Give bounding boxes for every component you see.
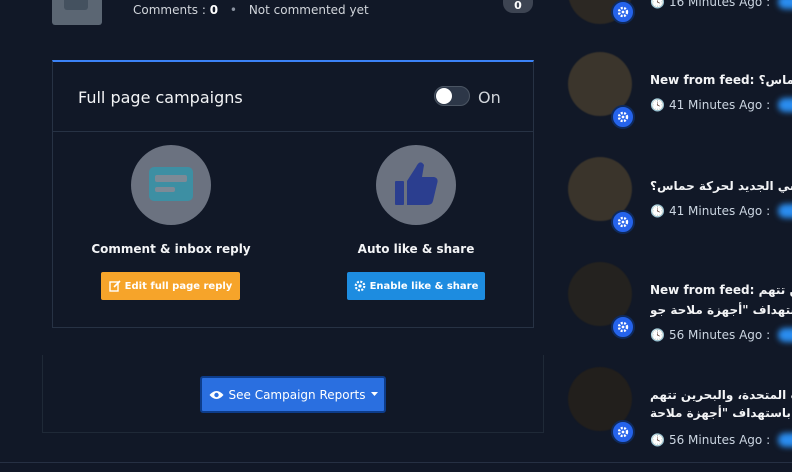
enable-like-share-label: Enable like & share [369, 280, 479, 292]
full-page-campaigns-card: Full page campaigns On Comment & inbox r… [52, 60, 534, 328]
feed-time: 🕓 41 Minutes Ago : [650, 98, 792, 112]
clock-icon: 🕓 [650, 0, 665, 9]
gear-icon [354, 280, 365, 292]
feature-label-comment: Comment & inbox reply [91, 242, 251, 256]
card-icon [149, 167, 193, 201]
card-header: Full page campaigns On [53, 62, 533, 132]
comments-count: 0 [209, 3, 219, 17]
caret-down-icon [370, 392, 378, 396]
edit-full-page-reply-button[interactable]: Edit full page reply [101, 272, 240, 300]
feed-title-line2: باستهداف "أجهزة ملاحة جو [650, 303, 792, 317]
feature-label-like: Auto like & share [357, 242, 475, 256]
blurred-name [778, 328, 792, 342]
comments-label: Comments : [133, 3, 206, 17]
count-badge: 0 [503, 0, 533, 13]
feed-settings-gear-icon[interactable] [611, 420, 635, 444]
comment-icon [64, 0, 88, 10]
feed-title-line2: يران باستهداف "أجهزة ملاحة [650, 406, 792, 420]
feed-settings-gear-icon[interactable] [611, 210, 635, 234]
card-title: Full page campaigns [78, 88, 243, 107]
feed-settings-gear-icon[interactable] [611, 0, 635, 24]
blurred-name [778, 433, 792, 447]
post-comment-meta: Comments : 0 • Not commented yet [133, 3, 369, 17]
feed-title: New from feed: حرين تتهم [650, 283, 792, 297]
comment-status: Not commented yet [248, 3, 369, 17]
feed-settings-gear-icon[interactable] [611, 315, 635, 339]
enable-like-share-button[interactable]: Enable like & share [347, 272, 485, 300]
comment-feature-icon-circle [131, 145, 211, 225]
see-campaign-reports-button[interactable]: See Campaign Reports [200, 376, 386, 413]
toggle-knob [436, 88, 452, 104]
feed-settings-gear-icon[interactable] [611, 105, 635, 129]
see-campaign-reports-label: See Campaign Reports [228, 387, 366, 402]
blurred-name [778, 98, 792, 112]
edit-full-page-reply-label: Edit full page reply [124, 280, 233, 292]
clock-icon: 🕓 [650, 328, 665, 342]
blurred-name [778, 0, 792, 9]
clock-icon: 🕓 [650, 204, 665, 218]
campaign-toggle[interactable] [434, 86, 470, 106]
like-feature-icon-circle [376, 145, 456, 225]
post-thumbnail [52, 0, 102, 25]
bottom-divider [0, 462, 792, 463]
eye-icon [209, 390, 223, 399]
thumbs-up-icon [395, 162, 438, 205]
separator-dot: • [229, 3, 237, 17]
clock-icon: 🕓 [650, 433, 665, 447]
blurred-name [778, 204, 792, 218]
edit-icon [108, 280, 121, 292]
feed-title: New from feed: ة حماس؟ [650, 73, 792, 87]
feed-time: 🕓 56 Minutes Ago : [650, 328, 792, 342]
feed-time: 🕓 16 Minutes Ago : [650, 0, 792, 9]
feed-title: يات المتحدة، والبحرين تتهم [650, 388, 792, 402]
feed-time: 🕓 56 Minutes Ago : [650, 433, 792, 447]
clock-icon: 🕓 [650, 98, 665, 112]
feed-title: ياسي الجديد لحركة حماس؟ [650, 179, 792, 193]
toggle-state-label: On [478, 88, 501, 107]
feed-time: 🕓 41 Minutes Ago : [650, 204, 792, 218]
